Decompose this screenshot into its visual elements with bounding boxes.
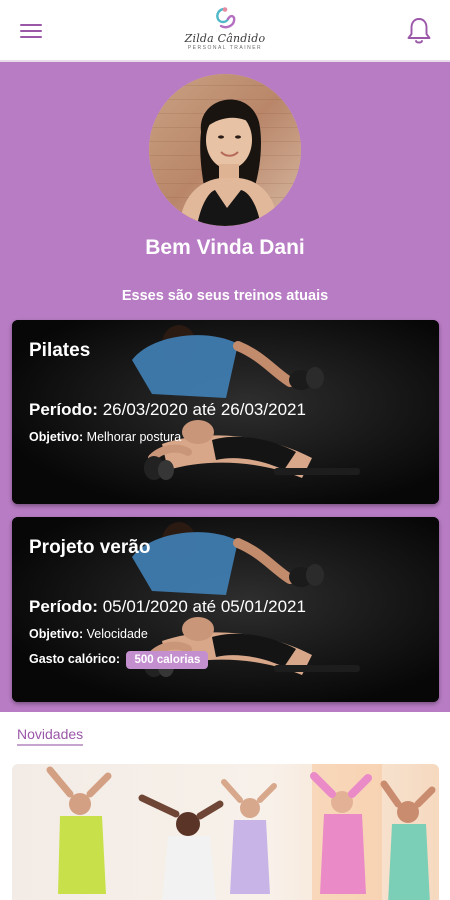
news-card[interactable] — [12, 764, 439, 900]
avatar[interactable] — [149, 74, 301, 226]
calories-badge: 500 calorias — [126, 651, 209, 669]
workout-card-projeto-verao[interactable]: Projeto verão Período: 05/01/2020 até 05… — [12, 517, 439, 702]
calories-label: Gasto calórico: — [29, 652, 120, 666]
workout-period: Período: 05/01/2020 até 05/01/2021 — [29, 597, 306, 617]
goal-value: Velocidade — [86, 627, 148, 641]
app-header: Zilda Cândido PERSONAL TRAINER — [0, 0, 450, 62]
period-value: 05/01/2020 até 05/01/2021 — [102, 597, 306, 616]
workout-goal: Objetivo: Melhorar postura — [29, 430, 181, 444]
goal-label: Objetivo: — [29, 627, 84, 641]
workout-goal: Objetivo: Velocidade — [29, 627, 148, 641]
news-photo — [12, 764, 439, 900]
workout-title: Pilates — [29, 340, 91, 361]
workout-period: Período: 26/03/2020 até 26/03/2021 — [29, 400, 306, 420]
period-label: Período: — [29, 597, 98, 616]
goal-value: Melhorar postura — [86, 430, 182, 444]
hamburger-menu-icon[interactable] — [20, 22, 42, 40]
greeting: Bem Vinda Dani — [145, 236, 305, 259]
goal-label: Objetivo: — [29, 430, 84, 444]
workout-card-pilates[interactable]: Pilates Período: 26/03/2020 até 26/03/20… — [12, 320, 439, 504]
logo-subtitle: PERSONAL TRAINER — [187, 45, 263, 51]
bell-icon[interactable] — [406, 16, 432, 46]
period-label: Período: — [29, 400, 98, 419]
news-tab[interactable]: Novidades — [17, 726, 84, 746]
logo-name: Zilda Cândido — [184, 32, 266, 45]
brand-logo: Zilda Cândido PERSONAL TRAINER — [175, 6, 275, 58]
period-value: 26/03/2020 até 26/03/2021 — [102, 400, 306, 419]
workout-title: Projeto verão — [29, 537, 151, 558]
workouts-heading: Esses são seus treinos atuais — [121, 288, 329, 304]
profile-section: Bem Vinda Dani Esses são seus treinos at… — [0, 62, 450, 712]
logo-mark-icon — [216, 7, 236, 29]
workout-calories: Gasto calórico: 500 calorias — [29, 651, 209, 669]
